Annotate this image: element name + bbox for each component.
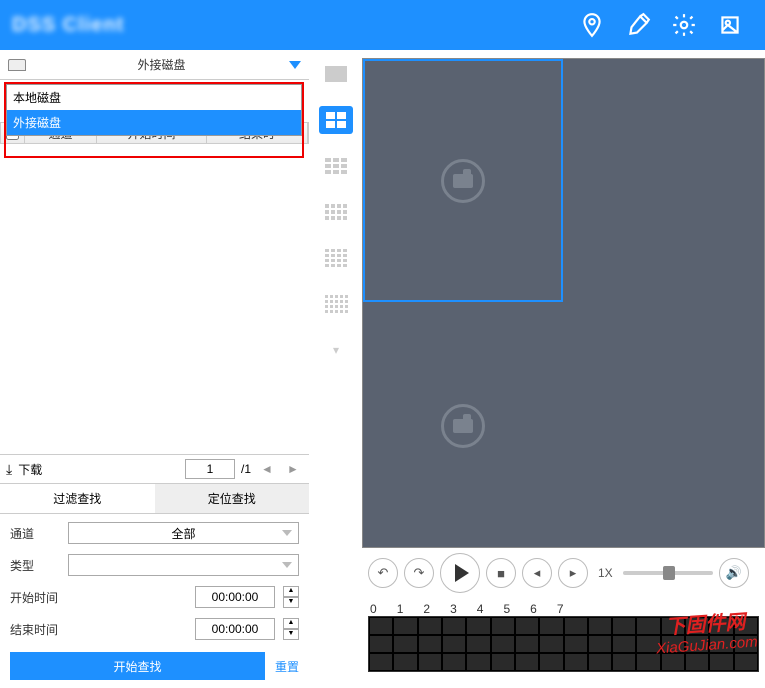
type-select[interactable] [68, 554, 299, 576]
layout-2x2-button[interactable] [319, 106, 353, 134]
camera-icon [441, 159, 485, 203]
disk-selector[interactable]: 外接磁盘 [0, 50, 309, 80]
brush-icon[interactable] [615, 0, 661, 50]
video-cell-4[interactable] [565, 304, 765, 547]
layout-bar: ▾ [310, 50, 362, 688]
layout-3x3-button[interactable] [319, 152, 353, 180]
start-time-spinner[interactable]: ▲▼ [283, 586, 299, 608]
speed-slider[interactable] [623, 571, 713, 575]
layout-more-button[interactable]: ▾ [319, 336, 353, 364]
right-panel: ▾ ↶ ↷ ■ ◂ ▸ 1X 🔊 [310, 50, 765, 688]
layout-4x4-button[interactable] [319, 198, 353, 226]
disk-option-external[interactable]: 外接磁盘 [7, 110, 301, 135]
video-cell-3[interactable] [363, 304, 563, 547]
timeline-area: 01234567 下固件网 XiaGuJian.com [362, 598, 765, 688]
page-input[interactable] [185, 459, 235, 479]
disk-option-local[interactable]: 本地磁盘 [7, 85, 301, 110]
prev-frame-button[interactable]: ◂ [522, 558, 552, 588]
chevron-down-icon [282, 562, 292, 568]
watermark: 下固件网 XiaGuJian.com [654, 605, 759, 658]
chevron-down-icon [282, 530, 292, 536]
start-time-input[interactable]: 00:00:00 [195, 586, 275, 608]
layout-1x1-button[interactable] [319, 60, 353, 88]
crop-icon[interactable] [707, 0, 753, 50]
tab-filter[interactable]: 过滤查找 [0, 484, 155, 514]
speed-label: 1X [598, 566, 613, 580]
gear-icon[interactable] [661, 0, 707, 50]
playback-controls: ↶ ↷ ■ ◂ ▸ 1X 🔊 [362, 548, 765, 598]
video-cell-2[interactable] [565, 59, 765, 302]
disk-dropdown[interactable]: 本地磁盘 外接磁盘 [6, 84, 302, 136]
download-icon[interactable]: ⤓ [6, 461, 12, 478]
tab-locate[interactable]: 定位查找 [155, 484, 310, 514]
type-label: 类型 [10, 557, 60, 574]
video-cell-1[interactable] [363, 59, 563, 302]
end-time-label: 结束时间 [10, 621, 60, 638]
volume-button[interactable]: 🔊 [719, 558, 749, 588]
chevron-down-icon [289, 61, 301, 69]
download-label[interactable]: 下载 [18, 461, 42, 478]
start-time-label: 开始时间 [10, 589, 60, 606]
next-frame-button[interactable]: ▸ [558, 558, 588, 588]
channel-select[interactable]: 全部 [68, 522, 299, 544]
disk-icon [8, 59, 26, 71]
end-time-spinner[interactable]: ▲▼ [283, 618, 299, 640]
download-bar: ⤓ 下载 /1 ◄ ► [0, 454, 309, 484]
map-pin-icon[interactable] [569, 0, 615, 50]
end-time-input[interactable]: 00:00:00 [195, 618, 275, 640]
reset-link[interactable]: 重置 [275, 658, 299, 675]
video-grid [362, 58, 765, 548]
layout-6x6-button[interactable] [319, 290, 353, 318]
result-list [0, 144, 309, 454]
left-panel: 外接磁盘 通道 开始时间 结束时 ⤓ 下载 /1 ◄ ► 过滤查找 定位查找 通… [0, 50, 310, 688]
camera-icon [441, 404, 485, 448]
start-search-button[interactable]: 开始查找 [10, 652, 265, 680]
page-next-icon[interactable]: ► [283, 459, 303, 479]
page-total: /1 [241, 462, 251, 476]
top-toolbar: DSS Client [0, 0, 765, 50]
filter-form: 通道 全部 类型 开始时间 00:00:00 ▲▼ 结束时间 00:00:00 … [0, 514, 309, 648]
page-prev-icon[interactable]: ◄ [257, 459, 277, 479]
play-button[interactable] [440, 553, 480, 593]
disk-selected-label: 外接磁盘 [34, 56, 289, 73]
channel-label: 通道 [10, 525, 60, 542]
stop-button[interactable]: ■ [486, 558, 516, 588]
layout-5x5-button[interactable] [319, 244, 353, 272]
search-tabs: 过滤查找 定位查找 [0, 484, 309, 514]
app-title: DSS Client [12, 14, 124, 37]
undo-button[interactable]: ↶ [368, 558, 398, 588]
redo-button[interactable]: ↷ [404, 558, 434, 588]
